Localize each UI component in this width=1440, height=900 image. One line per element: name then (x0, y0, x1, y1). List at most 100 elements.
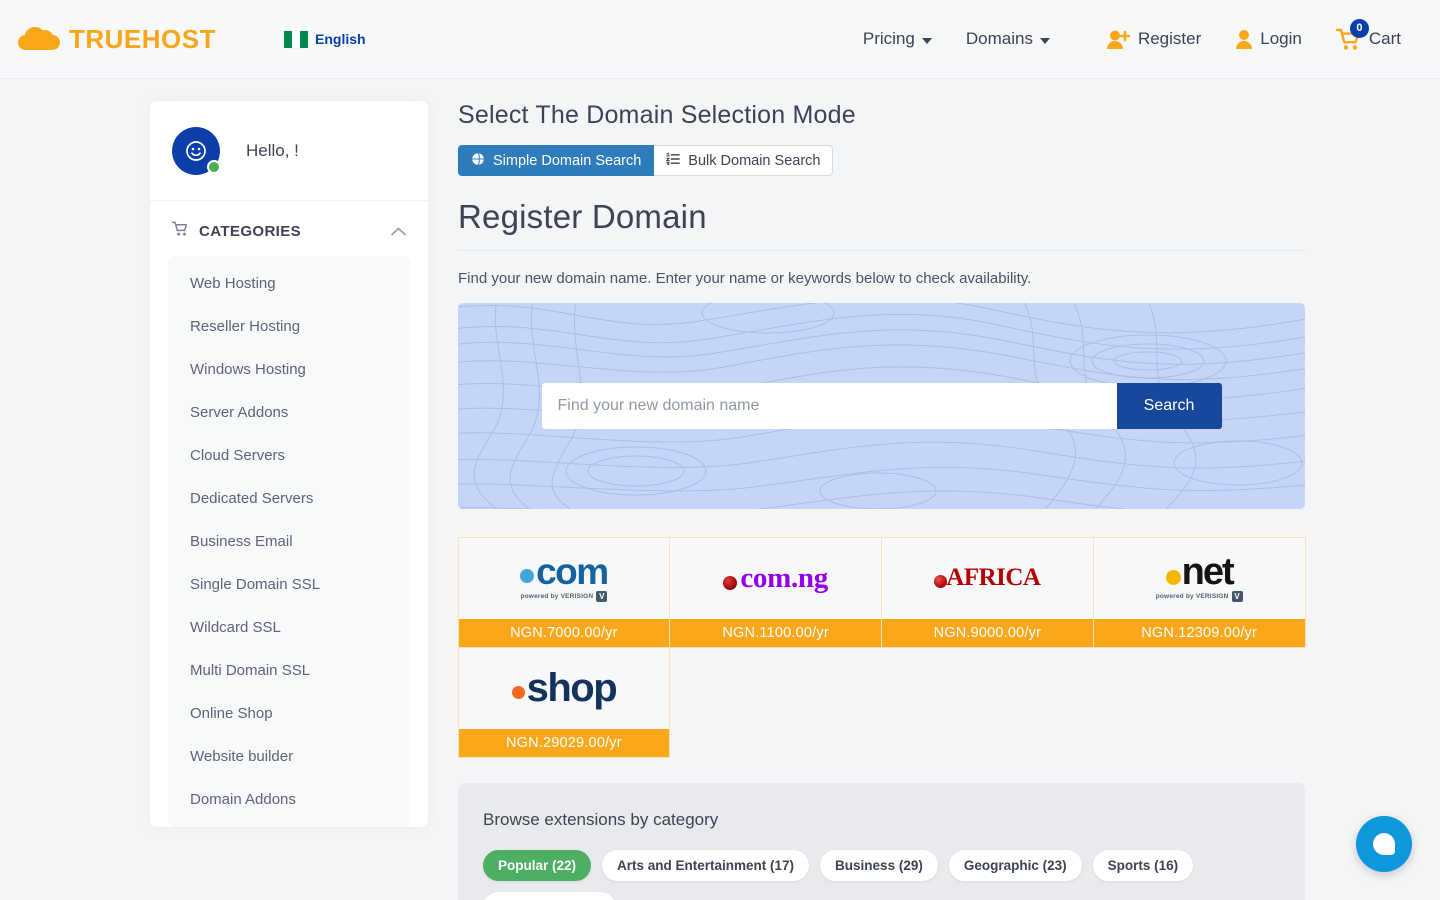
cart-icon (171, 221, 189, 242)
page-body: Hello, ! CATEGORIES Web Hosting Reseller… (0, 79, 1440, 900)
tab-simple-domain-search[interactable]: Simple Domain Search (458, 145, 655, 176)
tld-price: NGN.12309.00/yr (1093, 618, 1305, 647)
sidebar-item-label: Domain Addons (190, 791, 296, 808)
chevron-down-icon (921, 37, 932, 44)
sidebar-item-multi-domain-ssl[interactable]: Multi Domain SSL (168, 649, 410, 692)
site-header: TRUEHOST English Pricing Domains Registe… (0, 0, 1440, 79)
category-pill-technology[interactable]: Technology (26) (483, 892, 616, 900)
shop-logo: shop (459, 648, 670, 729)
pill-label: Business (29) (835, 858, 923, 873)
sidebar-item-label: Business Email (190, 533, 293, 550)
categories-title: CATEGORIES (199, 223, 302, 240)
category-pill-geographic[interactable]: Geographic (23) (948, 850, 1082, 881)
main-content: Select The Domain Selection Mode Simple … (457, 101, 1306, 900)
sidebar-item-business-email[interactable]: Business Email (168, 520, 410, 563)
user-plus-icon (1106, 29, 1131, 50)
sidebar-item-single-domain-ssl[interactable]: Single Domain SSL (168, 563, 410, 606)
page-description: Find your new domain name. Enter your na… (458, 270, 1032, 287)
mode-section-title: Select The Domain Selection Mode (458, 101, 856, 129)
sidebar-item-label: Online Shop (190, 705, 273, 722)
verisign-badge: powered by VERISIGN V (1155, 591, 1243, 603)
tld-card-shop[interactable]: shop NGN.29029.00/yr (457, 646, 671, 758)
verisign-mark-icon: V (596, 590, 608, 602)
domain-search-hero: Search (458, 303, 1305, 509)
page-title: Register Domain (458, 198, 1305, 251)
avatar[interactable] (172, 126, 221, 175)
verisign-text: powered by VERISIGN (520, 592, 594, 600)
tab-bulk-domain-search[interactable]: Bulk Domain Search (654, 145, 834, 176)
profile-block: Hello, ! (150, 101, 428, 201)
pill-label: Popular (22) (498, 858, 577, 873)
sidebar-item-label: Wildcard SSL (190, 619, 281, 636)
domain-mode-toggle: Simple Domain Search Bulk Domain Search (458, 145, 1305, 176)
cart-label: Cart (1368, 29, 1401, 48)
verisign-mark-icon: V (1231, 591, 1243, 603)
cloud-icon (18, 26, 60, 52)
tld-card-com[interactable]: com powered by VERISIGN V NGN.7000.00/yr (457, 536, 671, 648)
register-label: Register (1137, 29, 1202, 48)
greeting-text: Hello, ! (246, 140, 299, 160)
tld-price: NGN.7000.00/yr (458, 618, 670, 647)
com-dot-icon (520, 569, 535, 584)
sidebar-item-label: Dedicated Servers (190, 490, 314, 507)
brand-logo[interactable]: TRUEHOST (18, 24, 216, 55)
pill-label: Arts and Entertainment (17) (617, 858, 795, 873)
tab-label: Bulk Domain Search (688, 152, 821, 169)
online-status-dot (207, 159, 221, 174)
sidebar-item-web-hosting[interactable]: Web Hosting (168, 262, 410, 305)
sidebar-item-windows-hosting[interactable]: Windows Hosting (168, 348, 410, 391)
sidebar-item-cloud-servers[interactable]: Cloud Servers (168, 434, 410, 477)
nav-item-domains[interactable]: Domains (949, 29, 1067, 49)
sidebar-item-label: Windows Hosting (190, 361, 306, 378)
cart-link[interactable]: 0 Cart (1319, 18, 1418, 51)
chat-bubble-icon (1373, 833, 1395, 855)
chat-widget-button[interactable] (1356, 816, 1412, 872)
browse-title: Browse extensions by category (483, 810, 719, 829)
sidebar: Hello, ! CATEGORIES Web Hosting Reseller… (150, 101, 428, 900)
register-link[interactable]: Register (1089, 29, 1218, 50)
category-pill-list: Popular (22) Arts and Entertainment (17)… (483, 850, 1280, 900)
sidebar-item-reseller-hosting[interactable]: Reseller Hosting (168, 305, 410, 348)
verisign-badge: powered by VERISIGN V (520, 590, 608, 602)
category-pill-arts-and-entertainment[interactable]: Arts and Entertainment (17) (602, 850, 810, 881)
sidebar-item-dedicated-servers[interactable]: Dedicated Servers (168, 477, 410, 520)
sidebar-item-website-builder[interactable]: Website builder (168, 735, 410, 778)
search-button[interactable]: Search (1116, 383, 1222, 429)
language-selector[interactable]: English (284, 30, 366, 48)
categories-list: Web Hosting Reseller Hosting Windows Hos… (168, 256, 410, 827)
chevron-down-icon (1039, 37, 1050, 44)
sidebar-item-label: Server Addons (190, 404, 289, 421)
tld-price: NGN.1100.00/yr (670, 618, 881, 647)
globe-icon (471, 151, 485, 170)
africa-logo-text: AFRICA (946, 564, 1041, 591)
net-logo: net powered by VERISIGN V (1094, 538, 1305, 619)
comng-dot-icon (723, 575, 738, 590)
africa-logo: AFRICA (882, 538, 1093, 619)
sidebar-item-label: Website builder (190, 748, 294, 765)
category-pill-sports[interactable]: Sports (16) (1092, 850, 1194, 881)
category-pill-business[interactable]: Business (29) (820, 850, 938, 881)
sidebar-item-domain-addons[interactable]: Domain Addons (168, 778, 410, 821)
tld-card-africa[interactable]: AFRICA NGN.9000.00/yr (881, 536, 1094, 648)
com-logo: com powered by VERISIGN V (459, 538, 670, 619)
categories-header[interactable]: CATEGORIES (150, 201, 428, 256)
nav-item-pricing[interactable]: Pricing (846, 29, 949, 49)
user-icon (1235, 29, 1253, 50)
login-link[interactable]: Login (1218, 29, 1319, 50)
cart-count-badge: 0 (1349, 18, 1369, 38)
sidebar-item-server-addons[interactable]: Server Addons (168, 391, 410, 434)
sidebar-item-online-shop[interactable]: Online Shop (168, 692, 410, 735)
pill-label: Geographic (23) (963, 858, 1067, 873)
nigeria-flag-icon (284, 30, 308, 48)
tld-card-net[interactable]: net powered by VERISIGN V NGN.12309.00/y… (1092, 536, 1306, 648)
sidebar-item-label: Web Hosting (190, 275, 276, 292)
chevron-up-icon[interactable] (391, 227, 406, 236)
comng-logo: com.ng (670, 538, 881, 619)
net-dot-icon (1165, 570, 1181, 585)
search-input[interactable] (541, 383, 1117, 429)
com-logo-text: com (536, 551, 609, 593)
category-pill-popular[interactable]: Popular (22) (483, 850, 592, 881)
verisign-text: powered by VERISIGN (1155, 593, 1229, 601)
sidebar-item-wildcard-ssl[interactable]: Wildcard SSL (168, 606, 410, 649)
tld-card-comng[interactable]: com.ng NGN.1100.00/yr (669, 536, 882, 648)
